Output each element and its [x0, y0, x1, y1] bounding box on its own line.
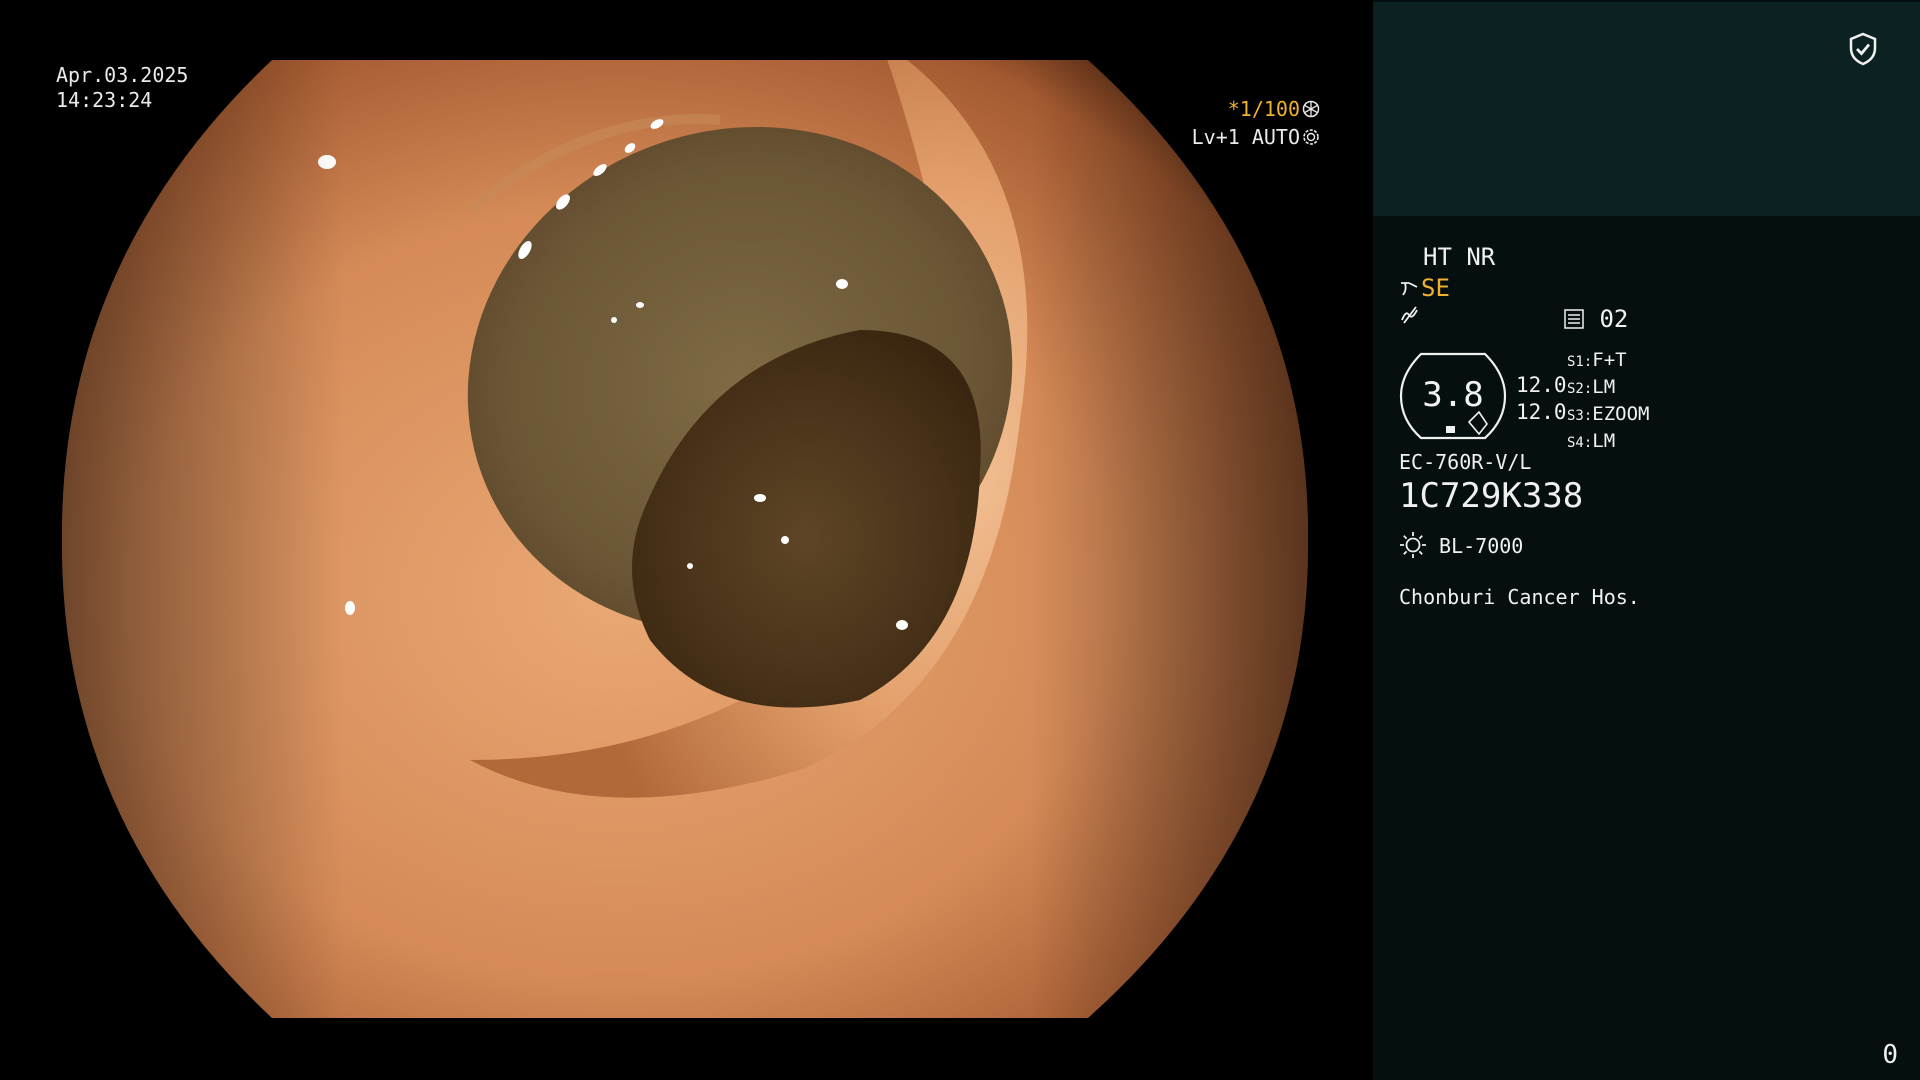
mode-label: HT NR: [1423, 243, 1496, 271]
aperture-icon: [1302, 100, 1320, 118]
serial-number: 1C729K338: [1399, 476, 1584, 516]
magnification-value: 3.8: [1422, 375, 1484, 415]
setting-value-2: 12.0: [1516, 400, 1567, 424]
image-counter: 0: [1882, 1040, 1898, 1070]
memory-row: 02: [1563, 304, 1628, 334]
shield-check-icon: [1849, 32, 1877, 66]
level-value: Lv+1 AUTO: [1191, 125, 1300, 149]
switch-row: S2:LM: [1567, 376, 1616, 398]
filter-icon: [1401, 306, 1418, 324]
time-text: 14:23:24: [56, 88, 153, 112]
memory-icon: [1564, 309, 1584, 329]
date-time-stamp: Apr.03.2025 14:23:24: [56, 63, 188, 113]
light-icon: [1400, 532, 1426, 558]
enhancement-label: SE: [1421, 274, 1450, 302]
scope-model: EC-760R-V/L: [1399, 450, 1532, 474]
memory-value: 02: [1599, 305, 1629, 333]
setting-value-1: 12.0: [1516, 373, 1567, 397]
shutter-speed-readout: *1/100: [1190, 97, 1320, 122]
switch-row: S1:F+T: [1567, 349, 1627, 371]
gear-icon: [1303, 129, 1319, 145]
light-level-readout: Lv+1 AUTO: [1190, 125, 1320, 150]
shutter-value: *1/100: [1227, 97, 1300, 121]
switch-row: S4:LM: [1567, 430, 1616, 452]
light-source-label: BL-7000: [1439, 534, 1524, 558]
scope-tip-icon: [1401, 282, 1418, 296]
enhancement-row: SE: [1399, 273, 1450, 303]
endoscope-viewport: Apr.03.2025 14:23:24 *1/100 Lv+1 AUTO: [0, 0, 1373, 1080]
light-source-row: BL-7000: [1399, 531, 1523, 561]
switch-row: S3:EZOOM: [1567, 403, 1650, 425]
panel-header: [1373, 2, 1920, 216]
hospital-name: Chonburi Cancer Hos.: [1399, 585, 1640, 609]
endoscopic-image: [61, 60, 1309, 1018]
date-text: Apr.03.2025: [56, 63, 189, 87]
info-panel: HT NR SE 02 3.8 12.0 12.0 S1:F+T S2:LM S…: [1373, 0, 1920, 1080]
switch-assignments: S1:F+T S2:LM S3:EZOOM S4:LM: [1567, 348, 1650, 456]
filter-row: [1399, 303, 1421, 333]
